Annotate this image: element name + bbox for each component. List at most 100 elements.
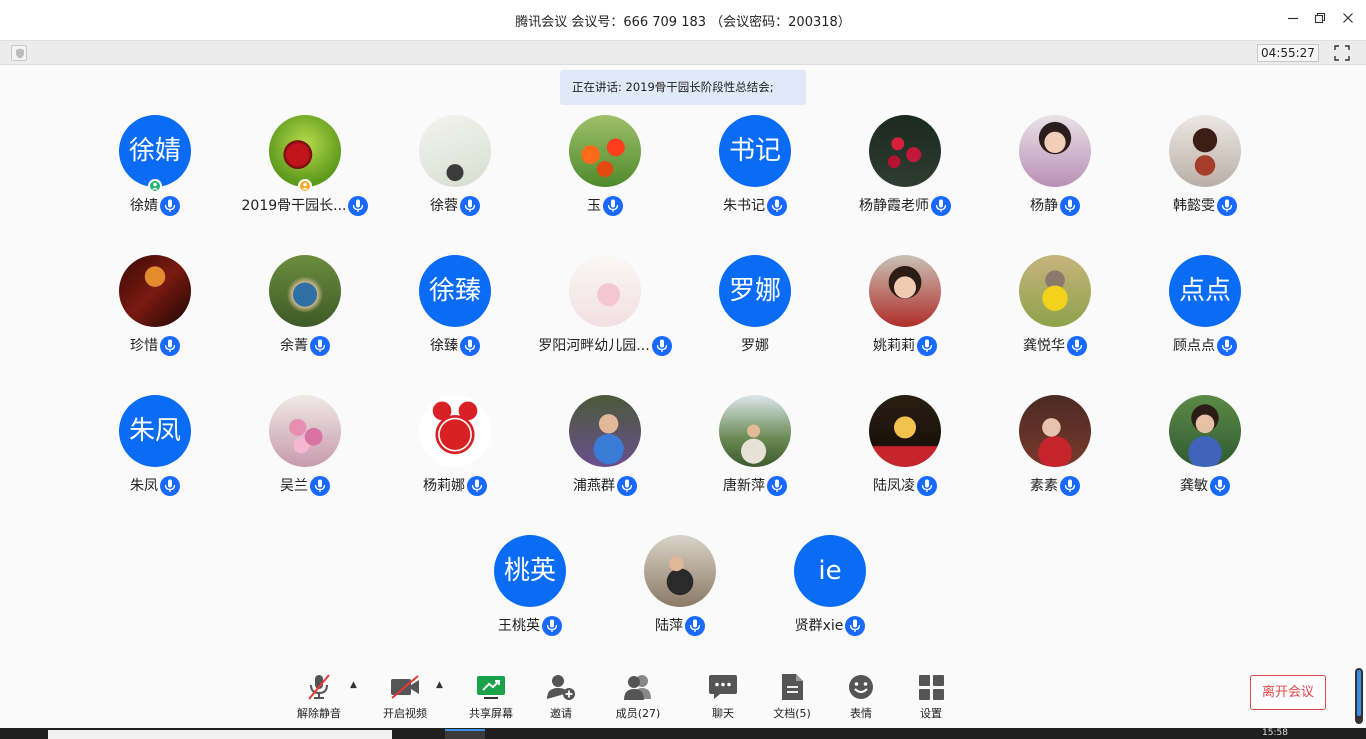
mic-status-icon	[1060, 196, 1080, 216]
participant-tile[interactable]: 龚悦华	[980, 255, 1130, 375]
participant-name-row: 余菁	[230, 335, 380, 357]
minimize-icon[interactable]	[1283, 10, 1303, 30]
participant-tile[interactable]: 朱凤 朱凤	[80, 395, 230, 515]
unmute-button[interactable]: 解除静音	[279, 670, 359, 722]
participant-avatar: 徐臻	[419, 255, 491, 327]
participant-tile[interactable]: 韩懿雯	[1130, 115, 1280, 235]
doll-photo	[1169, 115, 1241, 187]
participant-tile[interactable]: 杨静霞老师	[830, 115, 980, 235]
restore-icon[interactable]	[1310, 10, 1330, 30]
participant-tile[interactable]: 罗阳河畔幼儿园...	[530, 255, 680, 375]
reactions-button[interactable]: 表情	[821, 670, 901, 722]
participant-tile[interactable]: 姚莉莉	[830, 255, 980, 375]
participant-name: 徐婧	[130, 198, 158, 214]
participant-tile[interactable]: 浦燕群	[530, 395, 680, 515]
members-label: 成员(27)	[615, 707, 661, 720]
muted-mic-icon	[304, 673, 334, 701]
host-role-badge-icon	[298, 179, 312, 193]
scrollbar[interactable]	[1355, 668, 1363, 724]
scrollbar-thumb[interactable]	[1357, 670, 1361, 716]
mic-status-icon	[310, 476, 330, 496]
settings-button[interactable]: 设置	[891, 670, 971, 722]
woman-mountain-photo	[719, 395, 791, 467]
participant-tile[interactable]: 罗娜 罗娜	[680, 255, 830, 375]
taskbar-active-app[interactable]	[445, 729, 485, 739]
share-screen-button[interactable]: 共享屏幕	[451, 670, 531, 722]
mic-status-icon	[685, 616, 705, 636]
participant-tile[interactable]: 书记 朱书记	[680, 115, 830, 235]
participant-name: 陆凤凌	[873, 478, 915, 494]
participant-name: 罗阳河畔幼儿园...	[538, 338, 650, 354]
smiley-icon	[846, 673, 876, 701]
participant-tile[interactable]: 唐新萍	[680, 395, 830, 515]
invite-button[interactable]: 邀请	[521, 670, 601, 722]
leave-meeting-button[interactable]: 离开会议	[1250, 675, 1326, 710]
participant-tile[interactable]: 徐婧 徐婧	[80, 115, 230, 235]
mic-status-icon	[348, 196, 369, 216]
participant-name: 杨莉娜	[423, 478, 465, 494]
close-icon[interactable]	[1338, 10, 1358, 30]
settings-label: 设置	[920, 707, 942, 720]
participant-tile[interactable]: 素素	[980, 395, 1130, 515]
tulips-photo	[569, 115, 641, 187]
participant-name-row: 朱书记	[680, 195, 830, 217]
participant-tile[interactable]: 余菁	[230, 255, 380, 375]
participant-name-row: 罗阳河畔幼儿园...	[530, 335, 680, 357]
woman-portrait-photo	[1019, 115, 1091, 187]
mic-status-icon	[160, 336, 180, 356]
participant-name: 玉	[587, 198, 601, 214]
participant-name-row: 罗娜	[680, 335, 830, 357]
participant-tile[interactable]: 玉	[530, 115, 680, 235]
participant-name: 龚悦华	[1023, 338, 1065, 354]
participant-tile[interactable]: 龚敏	[1130, 395, 1280, 515]
participant-avatar: 徐婧	[119, 115, 191, 187]
mic-status-icon	[467, 476, 487, 496]
bunny-eggs-photo	[1019, 255, 1091, 327]
participant-avatar: 罗娜	[719, 255, 791, 327]
video-off-icon	[390, 673, 420, 701]
participant-tile[interactable]: 珍惜	[80, 255, 230, 375]
mic-status-icon	[917, 476, 937, 496]
audio-options-caret-icon[interactable]: ▲	[350, 680, 362, 692]
mic-status-icon	[767, 196, 787, 216]
participant-name-row: 朱凤	[80, 475, 230, 497]
participant-tile[interactable]: 吴兰	[230, 395, 380, 515]
participant-tile[interactable]: 陆萍	[605, 535, 755, 655]
participant-tile[interactable]: 2019骨干园长...	[230, 115, 380, 235]
participant-tile[interactable]: 陆凤凌	[830, 395, 980, 515]
share-screen-label: 共享屏幕	[469, 707, 513, 720]
participant-name-row: 徐臻	[380, 335, 530, 357]
participant-tile[interactable]: 徐蓉	[380, 115, 530, 235]
participant-tile[interactable]: 徐臻 徐臻	[380, 255, 530, 375]
participant-avatar: 书记	[719, 115, 791, 187]
participant-tile[interactable]: 杨静	[980, 115, 1130, 235]
video-options-caret-icon[interactable]: ▲	[436, 680, 448, 692]
participant-tile[interactable]: 点点 顾点点	[1130, 255, 1280, 375]
documents-button[interactable]: 文档(5)	[752, 670, 832, 722]
taskbar-search-box[interactable]	[48, 730, 392, 739]
mic-status-icon	[617, 476, 637, 496]
participant-tile[interactable]: 杨莉娜	[380, 395, 530, 515]
chat-button[interactable]: 聊天	[683, 670, 763, 722]
participant-avatar: 桃英	[494, 535, 566, 607]
participant-name-row: 2019骨干园长...	[230, 195, 380, 217]
speaking-indicator: 正在讲话: 2019骨干园长阶段性总结会;	[560, 70, 806, 105]
members-button[interactable]: 成员(27)	[598, 670, 678, 722]
members-icon	[623, 673, 653, 701]
fullscreen-icon[interactable]	[1334, 45, 1350, 61]
participant-name-row: 姚莉莉	[830, 335, 980, 357]
meeting-timer: 04:55:27	[1257, 44, 1319, 62]
golden-deer-photo	[869, 395, 941, 467]
woman-garden-photo	[1169, 395, 1241, 467]
woman-lavender-photo	[569, 395, 641, 467]
security-shield-icon[interactable]	[11, 45, 27, 61]
start-video-button[interactable]: 开启视频	[365, 670, 445, 722]
participant-tile[interactable]: ie 贤群xie	[755, 535, 905, 655]
mic-status-icon	[931, 196, 951, 216]
participant-name: 韩懿雯	[1173, 198, 1215, 214]
mic-status-icon	[460, 336, 480, 356]
mic-status-icon	[310, 336, 330, 356]
participant-name-row: 徐蓉	[380, 195, 530, 217]
participant-tile[interactable]: 桃英 王桃英	[455, 535, 605, 655]
participant-name: 朱凤	[130, 478, 158, 494]
